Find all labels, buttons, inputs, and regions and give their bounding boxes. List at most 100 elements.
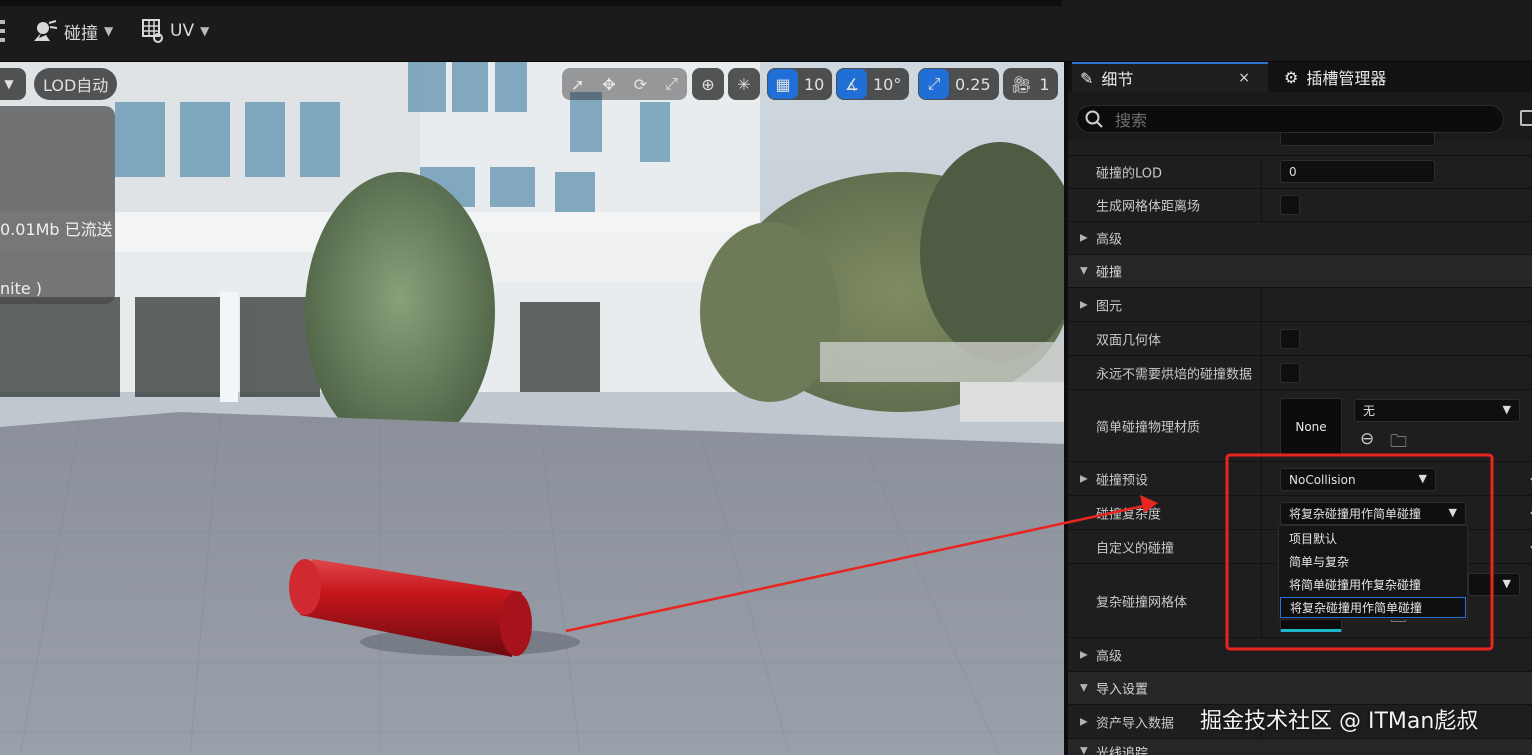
row-advanced-1[interactable]: ▶ 高级: [1068, 222, 1532, 255]
use-selected-icon[interactable]: ⊖: [1360, 429, 1374, 449]
collapse-arrow-icon[interactable]: ▼: [1080, 683, 1088, 694]
advanced-1-label: 高级: [1096, 232, 1123, 248]
expand-arrow-icon[interactable]: ▶: [1080, 716, 1088, 727]
angle-snap-icon[interactable]: ∡: [837, 69, 867, 99]
primitives-label: 图元: [1096, 299, 1123, 314]
close-tab-icon[interactable]: ×: [1238, 70, 1250, 86]
viewport-options-button[interactable]: ▼: [0, 68, 26, 100]
view-options-icon[interactable]: [1520, 110, 1532, 126]
collision-complexity-combo[interactable]: 将复杂碰撞用作简单碰撞 ▼: [1280, 502, 1466, 525]
dropdown-option-project-default[interactable]: 项目默认: [1280, 528, 1466, 549]
row-double-sided: 双面几何体: [1068, 322, 1532, 356]
expand-arrow-icon[interactable]: ▶: [1080, 649, 1088, 660]
scale-icon[interactable]: ⤢: [665, 74, 678, 94]
never-cook-checkbox[interactable]: [1280, 363, 1300, 383]
watermark-text: 掘金技术社区 @ ITMan彪叔: [1200, 709, 1479, 734]
dropdown-option-simple-as-complex[interactable]: 将简单碰撞用作复杂碰撞: [1280, 574, 1466, 595]
scale-snap-value[interactable]: 0.25: [949, 75, 999, 94]
double-sided-label: 双面几何体: [1096, 333, 1162, 348]
row-collision-lod: 碰撞的LOD 0: [1068, 156, 1532, 189]
scale-snap-icon[interactable]: ⤢: [919, 69, 949, 99]
stats-streaming-text: 0.01Mb 已流送: [0, 220, 113, 239]
phys-mat-value: 无: [1363, 404, 1376, 418]
camera-icon: 🎥︎: [1011, 74, 1032, 94]
socket-manager-icon: ⚙: [1284, 67, 1299, 87]
search-icon: [1085, 110, 1103, 128]
gen-distance-field-label: 生成网格体距离场: [1096, 199, 1201, 215]
viewport-toolbar: 碰撞 ▼ UV ▼: [0, 0, 1532, 62]
world-local-toggle[interactable]: ⊕: [692, 68, 724, 100]
collapse-arrow-icon[interactable]: ▼: [1080, 746, 1088, 755]
double-sided-checkbox[interactable]: [1280, 329, 1300, 349]
hamburger-menu-icon[interactable]: [0, 20, 6, 42]
collision-lod-label: 碰撞的LOD: [1096, 166, 1163, 182]
row-primitives[interactable]: ▶ 图元: [1068, 288, 1532, 322]
expand-arrow-icon[interactable]: ▶: [1080, 299, 1088, 310]
panel-tab-bar: ✎ 细节 × ⚙ 插槽管理器: [1068, 62, 1532, 92]
tab-details-label: 细节: [1101, 70, 1134, 89]
collision-complexity-label: 碰撞复杂度: [1096, 507, 1162, 522]
editor-window: 碰撞 ▼ UV ▼ ▼ LOD自动 0.01Mb 已流送 nite) ➚ ✥ …: [0, 0, 1532, 755]
chevron-down-icon: ▼: [200, 24, 210, 38]
details-panel: ✎ 细节 × ⚙ 插槽管理器 搜索 碰撞的LOD 0 生成网格体距离场 ▶ 高级…: [1064, 62, 1532, 755]
gen-distance-field-checkbox[interactable]: [1280, 195, 1300, 215]
tab-socket-manager[interactable]: ⚙ 插槽管理器: [1280, 62, 1386, 92]
collision-menu-label: 碰撞: [64, 23, 98, 44]
complex-mesh-combo[interactable]: ▼: [1468, 573, 1520, 596]
collapse-arrow-icon[interactable]: ▼: [1080, 266, 1088, 277]
details-search-input[interactable]: 搜索: [1076, 105, 1504, 133]
collision-menu-button[interactable]: 碰撞 ▼: [32, 14, 113, 48]
raytracing-label: 光线追踪: [1096, 746, 1149, 755]
phys-mat-combo[interactable]: 无 ▼: [1354, 399, 1520, 422]
tab-details[interactable]: ✎ 细节 ×: [1072, 62, 1268, 92]
select-arrow-icon[interactable]: ➚: [571, 75, 584, 94]
category-import-settings[interactable]: ▼ 导入设置: [1068, 672, 1532, 705]
toolbar-top-strip: [0, 0, 1062, 6]
3d-viewport[interactable]: ▼ LOD自动 0.01Mb 已流送 nite ) ➚ ✥ ⟳ ⤢ ⊕ ✳ ▦ …: [0, 62, 1064, 755]
dropdown-option-simple-and-complex[interactable]: 简单与复杂: [1280, 551, 1466, 572]
category-raytracing[interactable]: ▼ 光线追踪: [1068, 739, 1532, 755]
camera-speed-value: 1: [1039, 74, 1050, 94]
never-cook-label: 永远不需要烘焙的碰撞数据: [1096, 367, 1253, 382]
uv-menu-button[interactable]: UV ▼: [142, 14, 209, 48]
dropdown-option-complex-as-simple[interactable]: 将复杂碰撞用作简单碰撞: [1280, 597, 1466, 618]
expand-arrow-icon[interactable]: ▶: [1080, 473, 1088, 484]
grid-snap-value[interactable]: 10: [798, 75, 832, 94]
scale-snap-control[interactable]: ⤢ 0.25: [918, 68, 999, 100]
collision-preset-value: NoCollision: [1289, 472, 1356, 487]
viewport-stats-overlay: 0.01Mb 已流送 nite ): [0, 106, 115, 304]
camera-speed-control[interactable]: 🎥︎ 1: [1003, 68, 1058, 100]
row-partial-top: [1068, 132, 1532, 156]
lod-label: LOD自动: [43, 76, 109, 95]
grid-snap-icon[interactable]: ▦: [768, 69, 798, 99]
collision-preset-combo[interactable]: NoCollision ▼: [1280, 468, 1436, 491]
category-collision[interactable]: ▼ 碰撞: [1068, 255, 1532, 288]
grid-snap-control[interactable]: ▦ 10: [767, 68, 833, 100]
rotate-snap-control[interactable]: ∡ 10°: [836, 68, 910, 100]
custom-collision-label: 自定义的碰撞: [1096, 541, 1175, 556]
search-placeholder: 搜索: [1115, 111, 1148, 130]
rotate-snap-value[interactable]: 10°: [867, 75, 909, 94]
chevron-down-icon: ▼: [104, 24, 114, 38]
phys-mat-thumbnail[interactable]: None: [1280, 398, 1342, 456]
surface-snapping-button[interactable]: ✳: [728, 68, 760, 100]
chevron-down-icon: ▼: [4, 77, 14, 91]
uv-grid-icon: [142, 19, 163, 43]
complex-collision-mesh-label: 复杂碰撞网格体: [1096, 595, 1188, 610]
collision-preset-label: 碰撞预设: [1096, 473, 1149, 488]
partial-field[interactable]: [1280, 132, 1435, 146]
row-never-cook: 永远不需要烘焙的碰撞数据: [1068, 356, 1532, 390]
row-collision-preset: ▶ 碰撞预设 NoCollision ▼: [1068, 462, 1532, 496]
pencil-icon: ✎: [1080, 68, 1094, 88]
asset-import-data-label: 资产导入数据: [1096, 716, 1175, 731]
browse-folder-icon[interactable]: 🗀: [1390, 429, 1407, 458]
chevron-down-icon: ▼: [1502, 577, 1511, 590]
move-icon[interactable]: ✥: [602, 75, 615, 94]
row-advanced-2[interactable]: ▶ 高级: [1068, 638, 1532, 672]
expand-arrow-icon[interactable]: ▶: [1080, 233, 1088, 244]
chevron-down-icon: ▼: [1502, 403, 1511, 416]
lod-auto-button[interactable]: LOD自动: [34, 68, 118, 100]
tab-socket-manager-label: 插槽管理器: [1306, 69, 1387, 88]
collision-lod-input[interactable]: 0: [1280, 160, 1435, 183]
rotate-icon[interactable]: ⟳: [634, 75, 647, 94]
